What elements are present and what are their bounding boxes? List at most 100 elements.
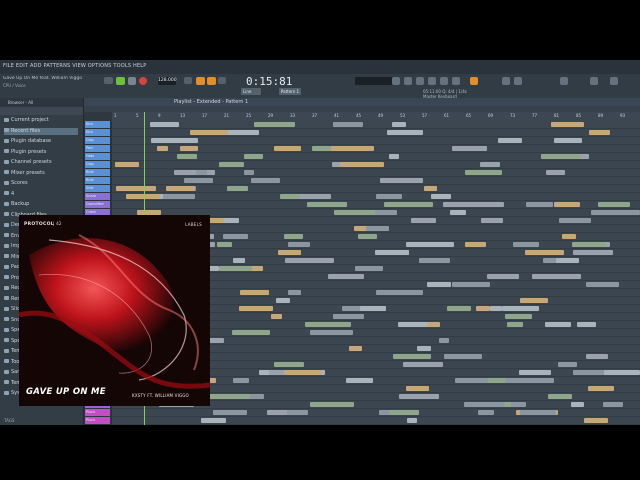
- render-icon[interactable]: [502, 77, 510, 85]
- browser-item[interactable]: Backup: [4, 201, 29, 208]
- pattern-clip[interactable]: [406, 242, 454, 247]
- pattern-clip[interactable]: [328, 274, 364, 279]
- pattern-clip[interactable]: [455, 378, 488, 383]
- track-header[interactable]: Shkr: [85, 185, 110, 192]
- track-header[interactable]: Pluck: [85, 409, 110, 416]
- save-icon[interactable]: [514, 77, 522, 85]
- pattern-clip[interactable]: [150, 122, 179, 127]
- browser-icon[interactable]: [440, 77, 448, 85]
- pattern-clip[interactable]: [201, 418, 226, 423]
- pattern-clip[interactable]: [417, 346, 431, 351]
- pattern-clip[interactable]: [240, 290, 269, 295]
- pattern-clip[interactable]: [392, 122, 406, 127]
- pattern-clip[interactable]: [375, 250, 409, 255]
- pattern-clip[interactable]: [346, 378, 373, 383]
- browser-item[interactable]: Sys: [4, 390, 20, 397]
- pattern-clip[interactable]: [376, 290, 423, 295]
- track-header[interactable]: Snare: [85, 193, 110, 200]
- wait-input-icon[interactable]: [196, 77, 205, 85]
- pattern-clip[interactable]: [502, 306, 539, 311]
- pattern-clip[interactable]: [157, 146, 168, 151]
- pattern-clip[interactable]: [213, 410, 247, 415]
- pattern-clip[interactable]: [586, 354, 608, 359]
- pattern-select[interactable]: Pattern 1: [279, 88, 301, 95]
- browser-item[interactable]: Current project: [4, 117, 49, 124]
- bar-number[interactable]: 81: [554, 113, 559, 118]
- pattern-clip[interactable]: [526, 202, 553, 207]
- pattern-clip[interactable]: [545, 322, 571, 327]
- track-header[interactable]: Perc: [85, 145, 110, 152]
- channel-rack-icon[interactable]: [416, 77, 424, 85]
- bar-number[interactable]: 85: [576, 113, 581, 118]
- bar-number[interactable]: 49: [378, 113, 383, 118]
- pattern-clip[interactable]: [180, 146, 198, 151]
- browser-item[interactable]: Scores: [4, 180, 28, 187]
- pattern-clip[interactable]: [287, 410, 308, 415]
- pattern-clip[interactable]: [209, 394, 250, 399]
- pattern-clip[interactable]: [403, 362, 443, 367]
- pattern-clip[interactable]: [452, 282, 490, 287]
- pattern-clip[interactable]: [519, 370, 551, 375]
- browser-item[interactable]: Channel presets: [4, 159, 52, 166]
- pattern-clip[interactable]: [284, 370, 322, 375]
- help-icon[interactable]: [610, 77, 618, 85]
- pattern-clip[interactable]: [288, 242, 310, 247]
- pattern-clip[interactable]: [217, 242, 232, 247]
- pattern-clip[interactable]: [227, 186, 248, 191]
- browser-item[interactable]: Recent files: [4, 127, 78, 135]
- pattern-clip[interactable]: [177, 154, 197, 159]
- pattern-clip[interactable]: [481, 218, 503, 223]
- piano-roll-icon[interactable]: [404, 77, 412, 85]
- pattern-clip[interactable]: [244, 154, 263, 159]
- pattern-clip[interactable]: [447, 306, 471, 311]
- tags-label[interactable]: TAGS: [4, 418, 14, 423]
- pattern-clip[interactable]: [407, 418, 417, 423]
- bar-number[interactable]: 93: [620, 113, 625, 118]
- pattern-clip[interactable]: [271, 314, 282, 319]
- browser-item[interactable]: Mixer presets: [4, 170, 45, 177]
- pattern-clip[interactable]: [452, 146, 487, 151]
- bar-number[interactable]: 1: [114, 113, 117, 118]
- pattern-clip[interactable]: [333, 314, 364, 319]
- pattern-clip[interactable]: [334, 210, 379, 215]
- pattern-clip[interactable]: [525, 250, 564, 255]
- pattern-clip[interactable]: [126, 194, 160, 199]
- pattern-clip[interactable]: [219, 266, 252, 271]
- pattern-clip[interactable]: [254, 122, 295, 127]
- pattern-clip[interactable]: [380, 178, 423, 183]
- pattern-clip[interactable]: [285, 258, 334, 263]
- pattern-clip[interactable]: [376, 194, 402, 199]
- pattern-clip[interactable]: [288, 290, 301, 295]
- pattern-clip[interactable]: [554, 138, 582, 143]
- track-header[interactable]: Downlifter: [85, 201, 110, 208]
- pattern-clip[interactable]: [571, 402, 584, 407]
- metronome-icon[interactable]: [184, 77, 192, 84]
- bar-number[interactable]: 65: [466, 113, 471, 118]
- pattern-clip[interactable]: [251, 178, 280, 183]
- pattern-clip[interactable]: [505, 378, 554, 383]
- playlist-lane[interactable]: [112, 417, 640, 425]
- bar-number[interactable]: 25: [246, 113, 251, 118]
- pattern-clip[interactable]: [274, 362, 304, 367]
- pattern-clip[interactable]: [393, 354, 431, 359]
- bar-number[interactable]: 33: [290, 113, 295, 118]
- pattern-clip[interactable]: [511, 402, 526, 407]
- pattern-clip[interactable]: [463, 202, 504, 207]
- bar-number[interactable]: 61: [444, 113, 449, 118]
- browser-item[interactable]: Plugin database: [4, 138, 51, 145]
- pattern-clip[interactable]: [419, 258, 450, 263]
- pattern-clip[interactable]: [389, 154, 399, 159]
- bar-number[interactable]: 89: [598, 113, 603, 118]
- pattern-clip[interactable]: [384, 202, 433, 207]
- pattern-clip[interactable]: [276, 298, 290, 303]
- bar-number[interactable]: 41: [334, 113, 339, 118]
- bar-number[interactable]: 69: [488, 113, 493, 118]
- bar-number[interactable]: 21: [224, 113, 229, 118]
- track-header[interactable]: Ride: [85, 177, 110, 184]
- pattern-clip[interactable]: [387, 130, 423, 135]
- playlist-icon[interactable]: [392, 77, 400, 85]
- pattern-clip[interactable]: [498, 138, 522, 143]
- pattern-clip[interactable]: [548, 394, 572, 399]
- pattern-clip[interactable]: [174, 170, 215, 175]
- pattern-clip[interactable]: [349, 346, 362, 351]
